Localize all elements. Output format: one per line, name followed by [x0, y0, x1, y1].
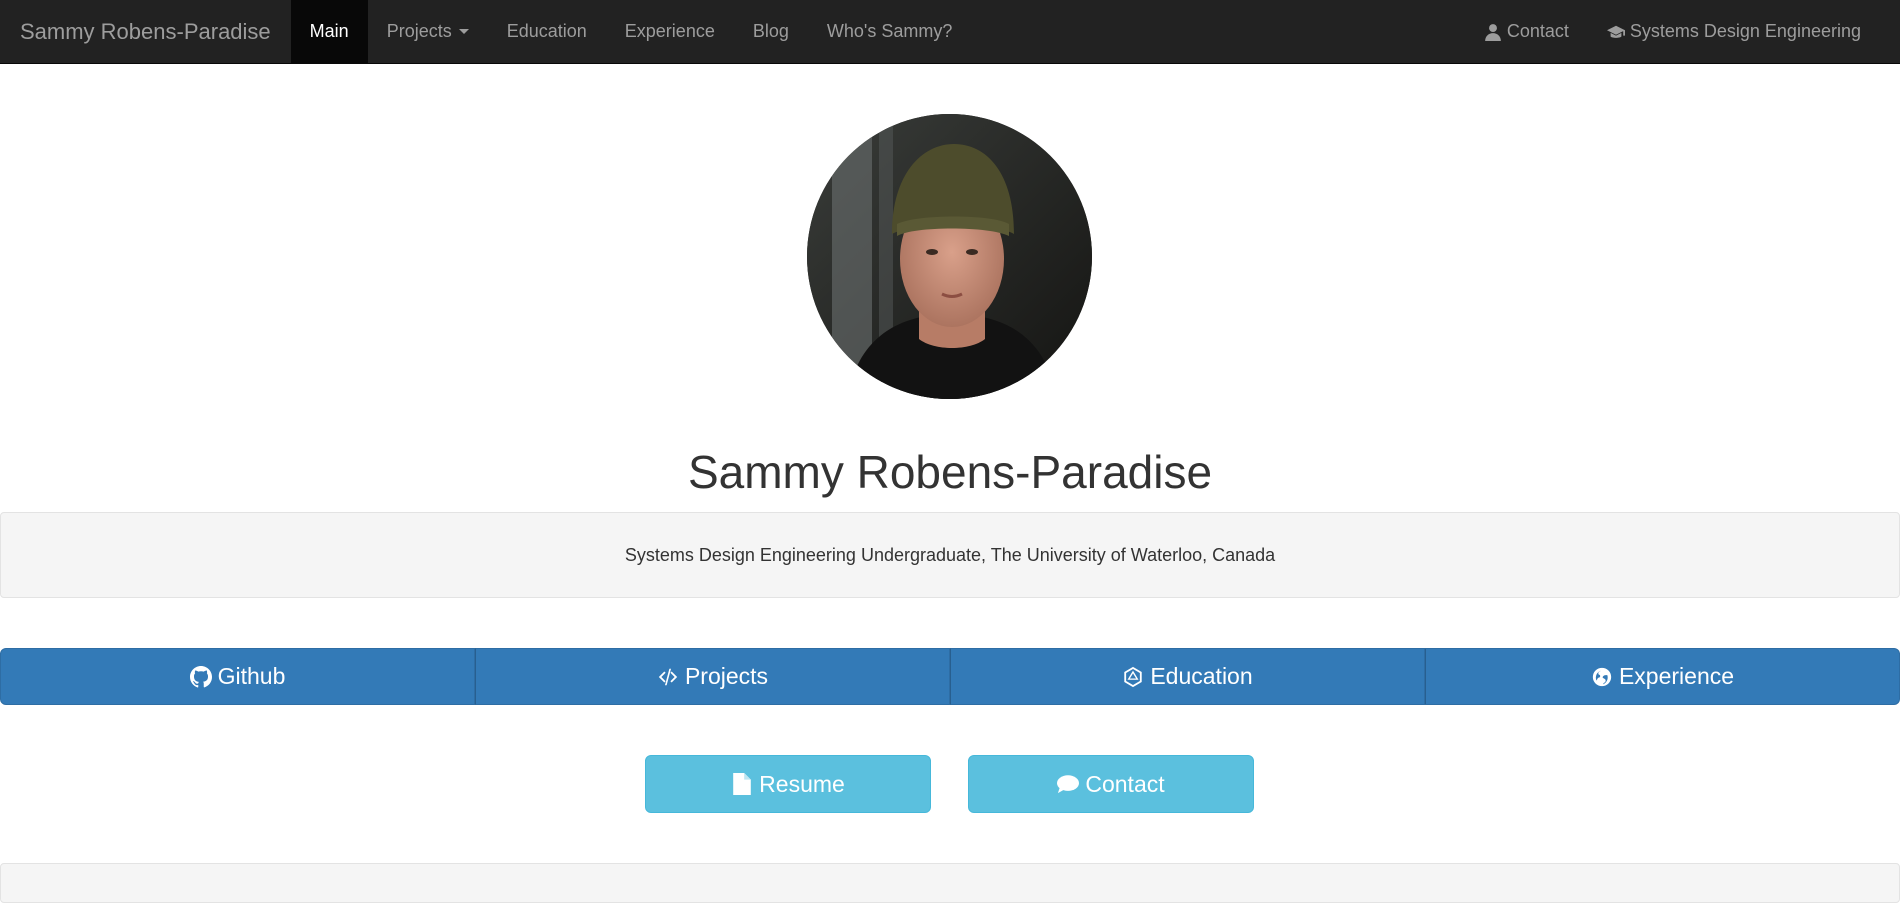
nav-item-systems-design[interactable]: Systems Design Engineering	[1588, 0, 1880, 63]
github-button[interactable]: Github	[0, 648, 475, 705]
nav-item-label: Blog	[752, 21, 789, 41]
tagline-well: Systems Design Engineering Undergraduate…	[0, 512, 1900, 598]
nav-item-label: Experience	[624, 21, 715, 41]
nav-item-label: Education	[506, 21, 587, 41]
experience-button-label: Experience	[1618, 663, 1735, 689]
file-icon	[731, 773, 753, 795]
nav-item-education[interactable]: Education	[488, 0, 606, 63]
graduation-cap-icon	[1606, 23, 1625, 41]
nav-item-experience[interactable]: Experience	[606, 0, 734, 63]
nav-left: Main Projects Education Experience Blog …	[290, 0, 972, 63]
github-icon	[189, 665, 212, 688]
contact-button-label: Contact	[1085, 770, 1165, 797]
nav-item-label: Projects	[386, 21, 452, 41]
resume-button[interactable]: Resume	[645, 755, 931, 813]
bottom-well	[0, 863, 1900, 903]
nav-item-label: Systems Design Engineering	[1629, 21, 1861, 41]
user-icon	[1484, 23, 1502, 41]
navbar-brand[interactable]: Sammy Robens-Paradise	[0, 0, 291, 63]
nav-item-contact[interactable]: Contact	[1465, 0, 1588, 63]
nav-item-main[interactable]: Main	[290, 0, 368, 63]
nav-item-blog[interactable]: Blog	[734, 0, 808, 63]
profile-avatar	[807, 114, 1092, 399]
primary-button-group: Github Projects Education Experience	[0, 648, 1900, 705]
github-button-label: Github	[217, 663, 286, 689]
nav-item-label: Contact	[1506, 21, 1569, 41]
comment-icon	[1057, 773, 1080, 795]
projects-button[interactable]: Projects	[475, 648, 950, 705]
nav-right: Contact Systems Design Engineering	[1465, 0, 1900, 63]
caret-down-icon	[458, 29, 469, 34]
education-button-label: Education	[1150, 663, 1253, 689]
nav-item-whos-sammy[interactable]: Who's Sammy?	[808, 0, 971, 63]
projects-button-label: Projects	[684, 663, 769, 689]
geometric-icon	[1122, 666, 1144, 688]
experience-button[interactable]: Experience	[1425, 648, 1900, 705]
tagline-text: Systems Design Engineering Undergraduate…	[624, 544, 1276, 565]
page-title: Sammy Robens-Paradise	[687, 446, 1213, 498]
resume-button-label: Resume	[759, 770, 845, 797]
top-navbar: Sammy Robens-Paradise Main Projects Educ…	[0, 0, 1900, 64]
code-icon	[657, 666, 679, 688]
contact-button[interactable]: Contact	[968, 755, 1254, 813]
nav-item-projects[interactable]: Projects	[368, 0, 488, 63]
nav-item-label: Who's Sammy?	[826, 21, 953, 41]
education-button[interactable]: Education	[950, 648, 1425, 705]
globe-icon	[1591, 666, 1613, 688]
nav-item-label: Main	[309, 21, 349, 41]
profile-photo	[807, 114, 1092, 399]
